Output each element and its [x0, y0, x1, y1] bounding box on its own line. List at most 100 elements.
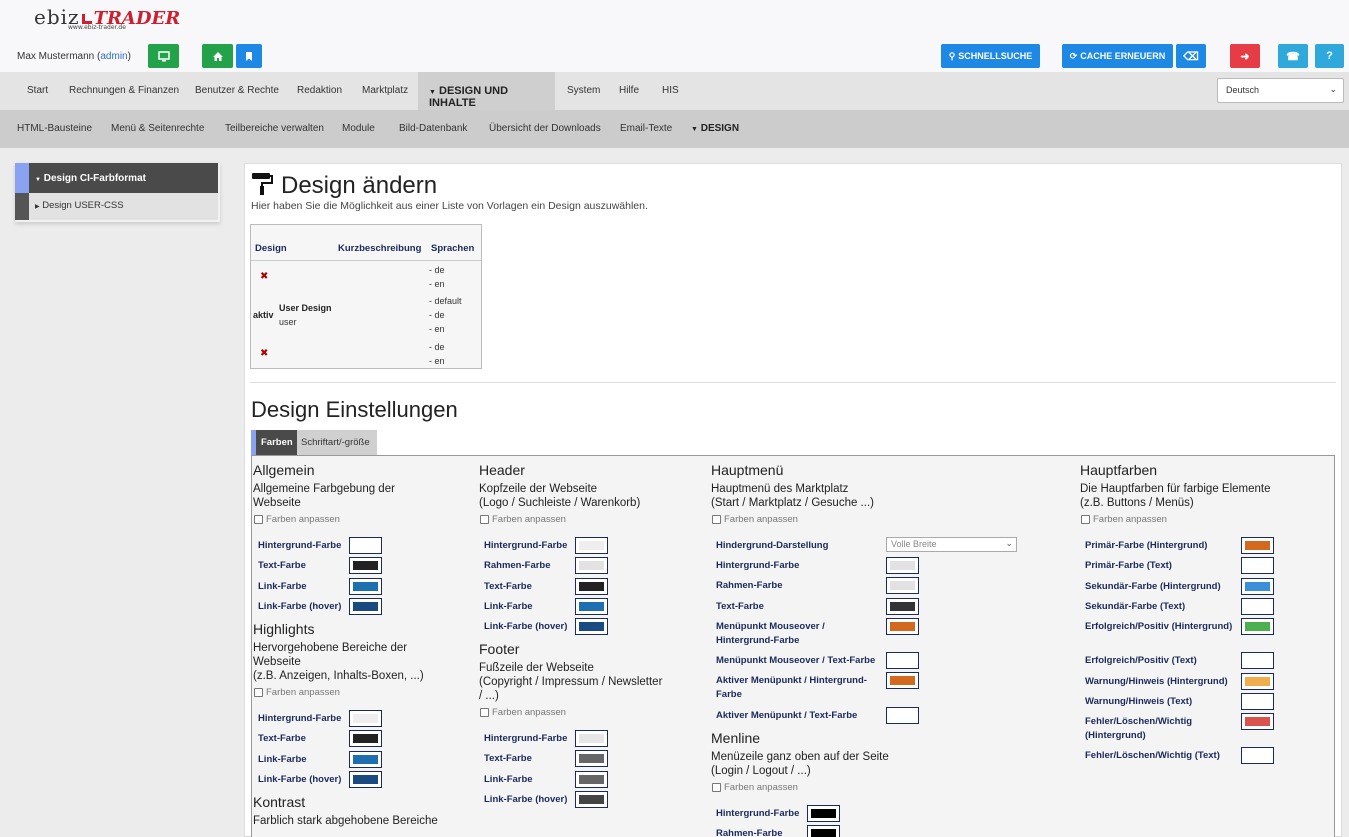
- hauptmenu-background-select[interactable]: Volle Breite ⌄: [886, 537, 1017, 552]
- delete-icon[interactable]: ✖: [260, 349, 270, 359]
- sidebar-item-user-css[interactable]: ▶ Design USER-CSS: [15, 193, 218, 220]
- hauptmenu-color-swatch[interactable]: [886, 557, 919, 574]
- nav-redaktion[interactable]: Redaktion: [297, 85, 342, 96]
- header-color-swatch[interactable]: [575, 577, 608, 595]
- allgemein-color-swatch[interactable]: [349, 537, 382, 554]
- hauptfarben-color-swatch[interactable]: [1241, 672, 1274, 690]
- support-button[interactable]: ☎: [1278, 44, 1308, 68]
- hauptfarben-color-swatch[interactable]: [1241, 692, 1274, 710]
- hauptfarben-color-swatch[interactable]: [1241, 747, 1274, 765]
- nav-design-und-inhalte[interactable]: ▼ DESIGN UND INHALTE: [418, 72, 555, 110]
- header-color-swatch[interactable]: [575, 618, 608, 636]
- header-customize-checkbox[interactable]: Farben anpassen: [480, 514, 566, 525]
- nav-his[interactable]: HIS: [662, 85, 679, 96]
- home-button[interactable]: [202, 44, 233, 68]
- header-color-swatch[interactable]: [575, 597, 608, 615]
- menline-color-swatch[interactable]: [807, 805, 840, 822]
- nav-rechnungen[interactable]: Rechnungen & Finanzen: [69, 85, 179, 96]
- footer-color-swatch[interactable]: [575, 770, 608, 788]
- color-preview: [890, 581, 915, 591]
- color-preview: [1245, 676, 1270, 686]
- color-preview: [1245, 561, 1270, 571]
- tab-schriftart[interactable]: Schriftart/-größe: [297, 430, 377, 455]
- color-preview: [1245, 751, 1270, 761]
- highlights-color-swatch[interactable]: [349, 730, 382, 748]
- hauptmenu-color-swatch[interactable]: [886, 652, 919, 669]
- user-role-link[interactable]: admin: [100, 51, 127, 62]
- footer-color-swatch[interactable]: [575, 730, 608, 747]
- hauptfarben-color-swatch[interactable]: [1241, 557, 1274, 575]
- subnav-downloads[interactable]: Übersicht der Downloads: [489, 123, 601, 134]
- subnav-module[interactable]: Module: [342, 123, 375, 134]
- subnav-email-texte[interactable]: Email-Texte: [620, 123, 672, 134]
- user-name: Max Mustermann: [17, 51, 95, 62]
- nav-benutzer[interactable]: Benutzer & Rechte: [195, 85, 279, 96]
- hauptmenu-customize-checkbox[interactable]: Farben anpassen: [712, 514, 798, 525]
- hauptmenu-color-label: Text-Farbe: [716, 600, 764, 612]
- hauptmenu-color-swatch[interactable]: [886, 672, 919, 690]
- table-row-2-desc: user: [279, 317, 297, 327]
- table-row-2-name[interactable]: User Design: [279, 303, 332, 313]
- header-color-label: Link-Farbe: [484, 600, 533, 612]
- language-select[interactable]: Deutsch ⌄: [1217, 78, 1344, 103]
- hauptmenu-color-swatch[interactable]: [886, 706, 919, 724]
- hauptfarben-color-swatch[interactable]: [1241, 652, 1274, 670]
- hauptfarben-color-swatch[interactable]: [1241, 577, 1274, 595]
- sidebar-item-ci-farbformat[interactable]: ▼ Design CI-Farbformat: [15, 163, 218, 193]
- subnav-menu-seitenrechte[interactable]: Menü & Seitenrechte: [111, 123, 204, 134]
- footer-color-swatch[interactable]: [575, 750, 608, 768]
- hauptmenu-color-swatch[interactable]: [886, 597, 919, 615]
- allgemein-color-swatch[interactable]: [349, 597, 382, 615]
- header-color-swatch[interactable]: [575, 537, 608, 554]
- support-icon: ☎: [1286, 50, 1300, 63]
- allgemein-color-swatch[interactable]: [349, 557, 382, 575]
- color-preview: [353, 774, 378, 784]
- logout-button[interactable]: ➜: [1230, 44, 1260, 68]
- subnav-teilbereiche[interactable]: Teilbereiche verwalten: [225, 123, 324, 134]
- hauptfarben-color-swatch[interactable]: [1241, 597, 1274, 615]
- highlights-color-swatch[interactable]: [349, 750, 382, 768]
- hauptfarben-color-swatch[interactable]: [1241, 537, 1274, 554]
- cache-refresh-button[interactable]: ⟳ CACHE ERNEUERN: [1062, 44, 1173, 68]
- subnav-html-bausteine[interactable]: HTML-Bausteine: [17, 123, 92, 134]
- menline-color-swatch[interactable]: [807, 825, 840, 837]
- highlights-color-swatch[interactable]: [349, 770, 382, 788]
- nav-system[interactable]: System: [567, 85, 600, 96]
- checkbox[interactable]: [254, 688, 263, 697]
- menline-customize-checkbox[interactable]: Farben anpassen: [712, 782, 798, 793]
- hauptmenu-color-label: Aktiver Menüpunkt / Hintergrund-Farbe: [716, 675, 867, 701]
- footer-customize-checkbox[interactable]: Farben anpassen: [480, 707, 566, 718]
- footer-color-swatch[interactable]: [575, 790, 608, 808]
- subnav-bild-datenbank[interactable]: Bild-Datenbank: [399, 123, 467, 134]
- nav-start[interactable]: Start: [27, 85, 48, 96]
- highlights-desc: Hervorgehobene Bereiche der: [253, 642, 408, 654]
- header-color-swatch[interactable]: [575, 557, 608, 575]
- checkbox[interactable]: [254, 515, 263, 524]
- tab-farben[interactable]: Farben: [251, 430, 297, 455]
- highlights-color-swatch[interactable]: [349, 710, 382, 727]
- hauptmenu-color-swatch[interactable]: [886, 577, 919, 595]
- color-preview: [579, 581, 604, 591]
- subnav-design[interactable]: ▼ DESIGN: [691, 123, 739, 134]
- quicksearch-button[interactable]: ⚲ SCHNELLSUCHE: [941, 44, 1040, 68]
- eraser-button[interactable]: ⌫: [1176, 44, 1206, 68]
- allgemein-customize-checkbox[interactable]: Farben anpassen: [254, 514, 340, 525]
- checkbox[interactable]: [1081, 515, 1090, 524]
- nav-hilfe[interactable]: Hilfe: [619, 85, 639, 96]
- delete-icon[interactable]: ✖: [260, 272, 270, 282]
- bookmark-button[interactable]: [236, 44, 262, 68]
- help-button[interactable]: ?: [1315, 44, 1344, 68]
- hauptmenu-color-swatch[interactable]: [886, 617, 919, 635]
- highlights-customize-checkbox[interactable]: Farben anpassen: [254, 687, 340, 698]
- checkbox[interactable]: [480, 515, 489, 524]
- hauptfarben-color-swatch[interactable]: [1241, 713, 1274, 731]
- checkbox[interactable]: [480, 708, 489, 717]
- checkbox[interactable]: [712, 515, 721, 524]
- hauptfarben-customize-checkbox[interactable]: Farben anpassen: [1081, 514, 1167, 525]
- nav-marktplatz[interactable]: Marktplatz: [362, 85, 408, 96]
- checkbox[interactable]: [712, 783, 721, 792]
- checkbox-label: Farben anpassen: [724, 514, 798, 525]
- allgemein-color-swatch[interactable]: [349, 577, 382, 595]
- monitor-button[interactable]: [148, 44, 179, 68]
- hauptfarben-color-swatch[interactable]: [1241, 618, 1274, 636]
